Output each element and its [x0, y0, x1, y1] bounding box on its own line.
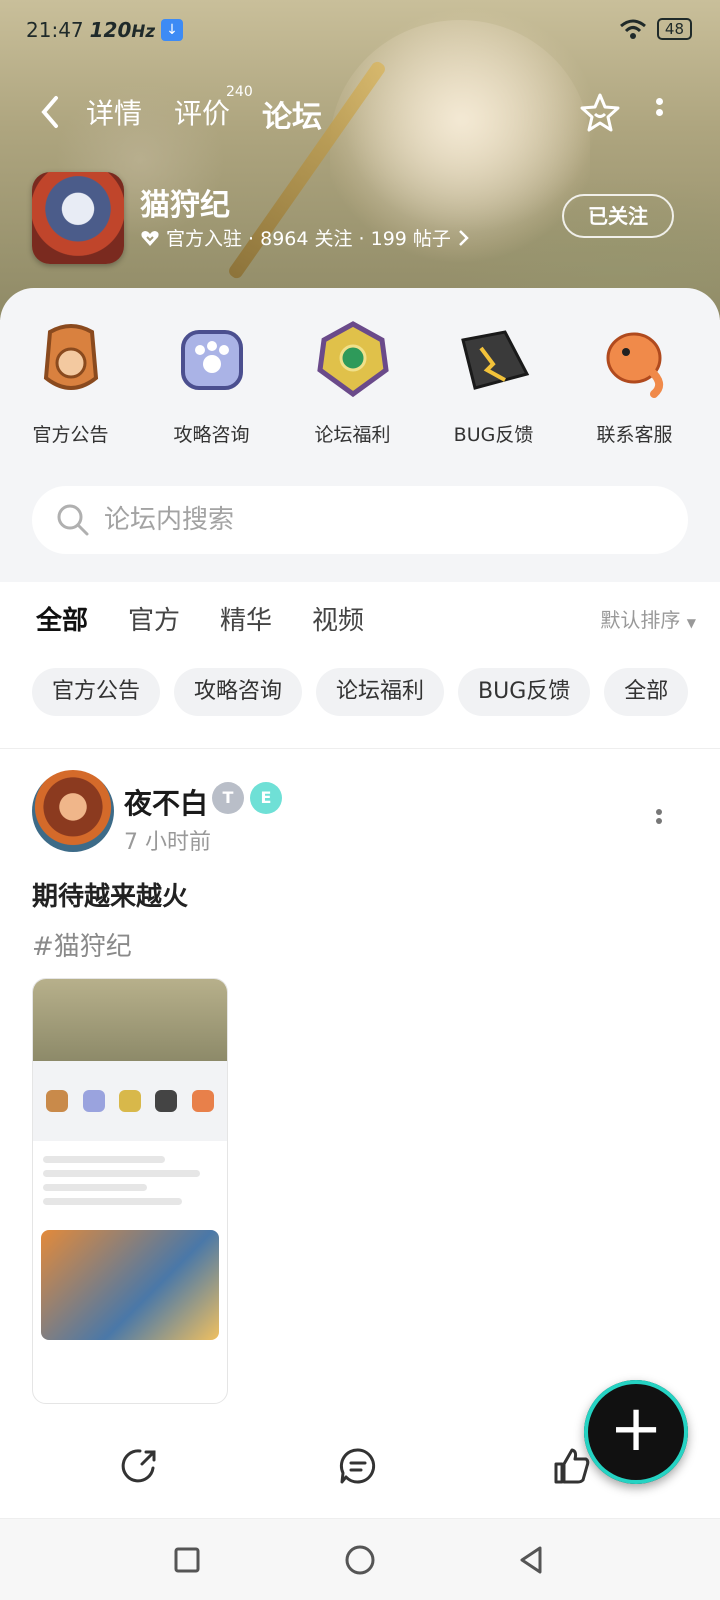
post-topic-tag[interactable]: #猫狩纪	[32, 926, 132, 963]
chip-all[interactable]: 全部	[604, 668, 689, 716]
home-button[interactable]	[343, 1543, 377, 1577]
avatar[interactable]	[32, 770, 114, 852]
forum-benefits-icon	[316, 321, 389, 398]
game-app-icon[interactable]	[32, 172, 124, 264]
category-customer-service[interactable]: 联系客服	[564, 318, 705, 447]
category-official-announcement[interactable]: 官方公告	[0, 318, 141, 447]
status-bar-left: 21:47 120Hz ↓	[26, 18, 184, 42]
post-image-thumbnail[interactable]	[32, 978, 228, 1404]
post-more-button[interactable]	[654, 806, 664, 836]
official-announcement-icon	[43, 324, 98, 390]
reviews-count-badge: 240	[226, 84, 253, 100]
search-icon	[57, 504, 89, 536]
share-button[interactable]	[120, 1446, 160, 1486]
back-nav-button[interactable]	[514, 1543, 548, 1577]
user-badges: T E	[212, 782, 282, 814]
creator-badge-icon: E	[250, 782, 282, 814]
system-navigation-bar	[0, 1518, 720, 1600]
recent-apps-button[interactable]	[170, 1543, 204, 1577]
refresh-rate: 120Hz	[89, 18, 156, 42]
game-stats: 官方入驻 · 8964 关注 · 199 帖子	[166, 228, 451, 250]
chip-forum-benefits[interactable]: 论坛福利	[316, 668, 445, 716]
chip-bug-feedback[interactable]: BUG反馈	[458, 668, 591, 716]
tab-forum[interactable]: 论坛	[260, 92, 324, 136]
chevron-left-icon	[41, 96, 58, 128]
share-icon	[121, 1449, 156, 1483]
chip-strategy[interactable]: 攻略咨询	[174, 668, 303, 716]
caret-down-icon: ▼	[686, 616, 696, 630]
battery-indicator: 48	[656, 18, 692, 40]
post-action-bar	[0, 1440, 720, 1500]
triangle-back-icon	[520, 1546, 542, 1574]
bug-feedback-icon	[460, 330, 529, 390]
more-options-button[interactable]	[654, 94, 664, 128]
chevron-right-icon	[459, 229, 469, 246]
tab-reviews[interactable]: 评价	[174, 92, 230, 132]
post-title: 期待越来越火	[32, 882, 189, 912]
favorite-button[interactable]	[580, 92, 620, 132]
thumbs-up-icon	[554, 1448, 590, 1484]
game-info: 猫狩纪 官方入驻 · 8964 关注 · 199 帖子 已关注	[32, 172, 692, 264]
filter-tab-video[interactable]: 视频	[312, 600, 364, 637]
game-header-banner: 21:47 120Hz ↓ 48 详情 评价 240 论坛 猫狩纪 官方入驻 ·…	[0, 0, 720, 320]
game-meta[interactable]: 官方入驻 · 8964 关注 · 199 帖子	[140, 224, 469, 251]
wifi-icon	[619, 19, 646, 39]
forum-panel: 官方公告 攻略咨询 论坛福利 BUG反馈 联系客服	[0, 288, 720, 582]
post-time: 7 小时前	[124, 830, 211, 855]
forum-search-bar[interactable]	[32, 486, 688, 554]
customer-service-icon	[606, 332, 663, 398]
back-button[interactable]	[38, 94, 68, 130]
filter-tab-all[interactable]: 全部	[36, 600, 88, 641]
tab-details[interactable]: 详情	[86, 92, 142, 132]
category-shortcuts: 官方公告 攻略咨询 论坛福利 BUG反馈 联系客服	[0, 318, 720, 447]
like-button[interactable]	[552, 1446, 592, 1486]
divider	[0, 748, 720, 749]
post-username[interactable]: 夜不白	[124, 782, 208, 822]
comment-button[interactable]	[338, 1446, 378, 1486]
category-bug-feedback[interactable]: BUG反馈	[423, 318, 564, 447]
sort-dropdown[interactable]: 默认排序 ▼	[600, 604, 696, 633]
post-filter-tabs: 全部 官方 精华 视频 默认排序 ▼	[36, 600, 696, 644]
search-input[interactable]	[104, 505, 604, 535]
download-icon: ↓	[161, 19, 184, 41]
top-navigation: 详情 评价 240 论坛	[0, 84, 720, 136]
comment-icon	[339, 1448, 376, 1484]
filter-tab-featured[interactable]: 精华	[220, 600, 272, 637]
chip-official-announcement[interactable]: 官方公告	[32, 668, 161, 716]
strategy-icon	[180, 330, 243, 390]
topic-chips: 官方公告 攻略咨询 论坛福利 BUG反馈 全部	[32, 668, 689, 716]
square-icon	[174, 1547, 200, 1573]
follow-button[interactable]: 已关注	[562, 194, 674, 238]
status-bar-right: 48	[619, 18, 692, 40]
star-icon	[580, 93, 620, 132]
verified-heart-icon	[141, 230, 159, 246]
game-name: 猫狩纪	[140, 188, 230, 223]
category-forum-benefits[interactable]: 论坛福利	[282, 318, 423, 447]
level-badge-icon: T	[212, 782, 244, 814]
filter-tab-official[interactable]: 官方	[128, 600, 180, 637]
circle-icon	[345, 1545, 375, 1575]
category-strategy[interactable]: 攻略咨询	[141, 318, 282, 447]
status-time: 21:47	[26, 18, 84, 42]
